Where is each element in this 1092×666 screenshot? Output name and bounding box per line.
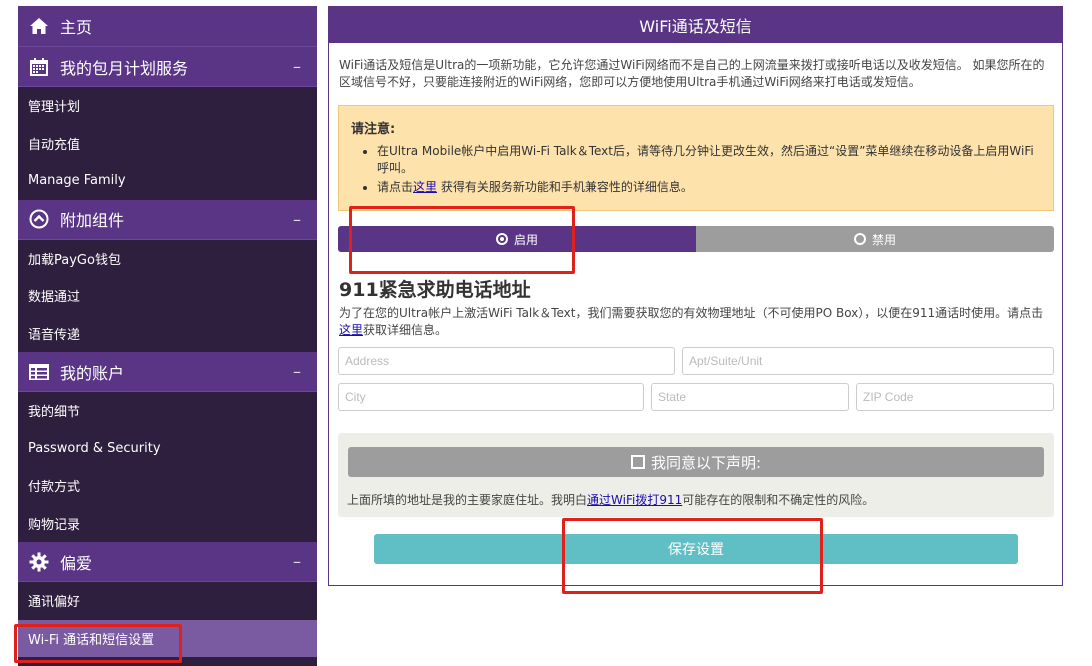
notice-title: 请注意:	[351, 122, 396, 137]
sidebar-section-preferences[interactable]: 偏爱 –	[18, 542, 317, 582]
911-limitations-link[interactable]: 通过WiFi拨打911	[587, 493, 682, 507]
collapse-icon[interactable]: –	[293, 362, 301, 381]
sidebar-section-title: 偏爱	[60, 553, 93, 573]
sidebar-section-addons[interactable]: 附加组件 –	[18, 199, 317, 240]
sidebar-item-payment-methods[interactable]: 付款方式	[18, 467, 317, 505]
address-input[interactable]: Address	[338, 347, 675, 375]
table-icon	[28, 361, 50, 383]
annotation-highlight	[562, 518, 823, 594]
notice-item: 请点击这里 获得有关服务新功能和手机兼容性的详细信息。	[377, 179, 1041, 196]
address-section-desc: 为了在您的Ultra帐户上激活WiFi Talk＆Text，我们需要获取您的有效…	[339, 306, 1044, 337]
sidebar-item-my-details[interactable]: 我的细节	[18, 392, 317, 430]
sidebar-section-account[interactable]: 我的账户 –	[18, 352, 317, 392]
checkbox-icon	[630, 455, 645, 469]
sidebar-section-title: 附加组件	[60, 211, 125, 230]
city-input[interactable]: City	[338, 383, 644, 411]
sidebar-item-data-pass[interactable]: 数据通过	[18, 277, 317, 315]
gear-icon	[28, 551, 50, 573]
home-icon	[28, 15, 50, 37]
address-section-title: 911紧急求助电话地址	[339, 279, 531, 301]
sidebar-section-title: 我的账户	[60, 363, 125, 383]
sidebar-item-manage-family[interactable]: Manage Family	[18, 162, 317, 200]
annotation-highlight	[14, 624, 182, 663]
sidebar-item-voice[interactable]: 语音传递	[18, 314, 317, 352]
agree-checkbox-button[interactable]: 我同意以下声明:	[348, 447, 1044, 477]
collapse-icon[interactable]: –	[293, 210, 301, 229]
apt-input[interactable]: Apt/Suite/Unit	[682, 347, 1054, 375]
sidebar: 主页 我的包月计划服务 – 管理计划 自动充值 Manage Family 附加…	[18, 6, 317, 666]
agreement-box: 我同意以下声明: 上面所填的地址是我的主要家庭住址。我明白通过WiFi拨打911…	[338, 433, 1054, 517]
sidebar-item-password-security[interactable]: Password & Security	[18, 429, 317, 467]
collapse-icon[interactable]: –	[293, 552, 301, 571]
sidebar-home[interactable]: 主页	[18, 6, 317, 47]
collapse-icon[interactable]: –	[293, 57, 301, 76]
sidebar-item-comm-preferences[interactable]: 通讯偏好	[18, 582, 317, 620]
sidebar-item-manage-plan[interactable]: 管理计划	[18, 87, 317, 125]
sidebar-item-paygo-wallet[interactable]: 加载PayGo钱包	[18, 239, 317, 277]
sidebar-section-title: 我的包月计划服务	[60, 58, 189, 78]
wifi-calling-panel: WiFi通话及短信 WiFi通话及短信是Ultra的一项新功能，它允许您通过Wi…	[328, 6, 1063, 586]
details-link[interactable]: 这里	[413, 180, 437, 194]
disable-option[interactable]: 禁用	[696, 226, 1054, 252]
notice-box: 请注意: 在Ultra Mobile帐户中启用Wi-Fi Talk＆Text后，…	[338, 105, 1054, 211]
state-input[interactable]: State	[651, 383, 849, 411]
agree-label: 我同意以下声明:	[650, 453, 762, 472]
sidebar-section-plan[interactable]: 我的包月计划服务 –	[18, 47, 317, 87]
calendar-icon	[28, 56, 50, 78]
disable-label: 禁用	[871, 232, 896, 247]
agreement-text: 上面所填的地址是我的主要家庭住址。我明白通过WiFi拨打911可能存在的限制和不…	[347, 493, 875, 507]
radio-unselected-icon	[853, 233, 866, 245]
sidebar-home-label: 主页	[60, 18, 93, 37]
notice-item: 在Ultra Mobile帐户中启用Wi-Fi Talk＆Text后，请等待几分…	[377, 143, 1041, 177]
panel-title: WiFi通话及短信	[329, 7, 1062, 43]
chevron-up-circle-icon	[28, 208, 50, 230]
address-details-link[interactable]: 这里	[339, 323, 363, 337]
annotation-highlight	[349, 206, 575, 274]
zip-input[interactable]: ZIP Code	[856, 383, 1054, 411]
intro-text: WiFi通话及短信是Ultra的一项新功能，它允许您通过WiFi网络而不是自己的…	[339, 58, 1045, 89]
sidebar-item-auto-recharge[interactable]: 自动充值	[18, 124, 317, 162]
sidebar-item-purchase-history[interactable]: 购物记录	[18, 504, 317, 542]
